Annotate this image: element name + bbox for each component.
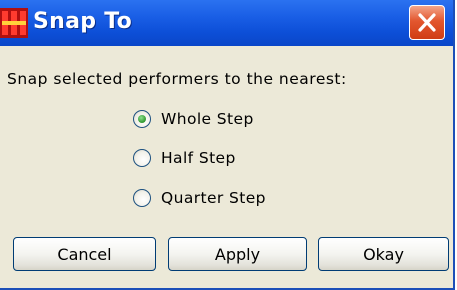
okay-button[interactable]: Okay: [318, 237, 449, 271]
dialog-prompt: Snap selected performers to the nearest:: [7, 70, 347, 88]
option-label: Half Step: [161, 149, 236, 167]
option-half-step[interactable]: Half Step: [133, 146, 236, 170]
option-whole-step[interactable]: Whole Step: [133, 107, 254, 131]
option-label: Quarter Step: [161, 189, 266, 207]
radio-button[interactable]: [133, 189, 151, 207]
option-quarter-step[interactable]: Quarter Step: [133, 186, 266, 210]
app-logo-icon: [0, 8, 28, 38]
radio-button-selected[interactable]: [133, 110, 151, 128]
cancel-button[interactable]: Cancel: [13, 237, 156, 271]
close-x-icon: [418, 13, 436, 32]
snap-to-dialog: Snap To Snap selected performers to the …: [0, 0, 455, 290]
close-button[interactable]: [409, 5, 445, 40]
window-title: Snap To: [33, 9, 133, 34]
option-label: Whole Step: [161, 110, 254, 128]
title-bar[interactable]: Snap To: [0, 0, 453, 46]
radio-selected-dot: [138, 115, 146, 123]
radio-button[interactable]: [133, 149, 151, 167]
apply-button[interactable]: Apply: [168, 237, 307, 271]
